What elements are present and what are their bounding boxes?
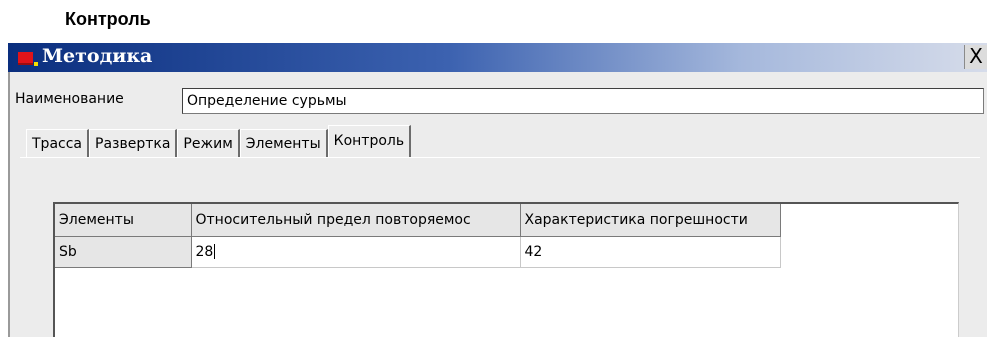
name-field-label: Наименование bbox=[15, 91, 124, 107]
column-header-error[interactable]: Характеристика погрешности bbox=[520, 204, 781, 237]
repeatability-value: 28 bbox=[195, 243, 214, 260]
tab-strip: Трасса Развертка Режим Элементы Контроль bbox=[26, 125, 412, 157]
error-cell[interactable]: 42 bbox=[520, 236, 781, 268]
column-header-repeatability[interactable]: Относительный предел повторяемос bbox=[191, 204, 521, 237]
table-row: Sb 28 42 bbox=[55, 236, 781, 268]
name-input[interactable]: Определение сурьмы bbox=[182, 88, 984, 114]
grid-header-row: Элементы Относительный предел повторяемо… bbox=[55, 204, 781, 237]
close-button[interactable]: X bbox=[964, 45, 987, 69]
tab-elements[interactable]: Элементы bbox=[239, 129, 328, 157]
tab-control[interactable]: Контроль bbox=[327, 125, 412, 157]
control-grid: Элементы Относительный предел повторяемо… bbox=[55, 204, 781, 268]
column-header-elements[interactable]: Элементы bbox=[55, 204, 192, 237]
window-titlebar[interactable]: Методика X bbox=[8, 43, 987, 72]
app-icon bbox=[18, 52, 38, 66]
tab-mode[interactable]: Режим bbox=[177, 129, 240, 157]
row-element-cell[interactable]: Sb bbox=[55, 236, 192, 268]
repeatability-cell[interactable]: 28 bbox=[191, 236, 521, 268]
page-heading: Контроль bbox=[65, 9, 151, 29]
text-caret bbox=[214, 244, 216, 259]
tab-sweep[interactable]: Развертка bbox=[89, 129, 178, 157]
window-title: Методика bbox=[42, 45, 153, 67]
tab-trace[interactable]: Трасса bbox=[26, 129, 89, 157]
